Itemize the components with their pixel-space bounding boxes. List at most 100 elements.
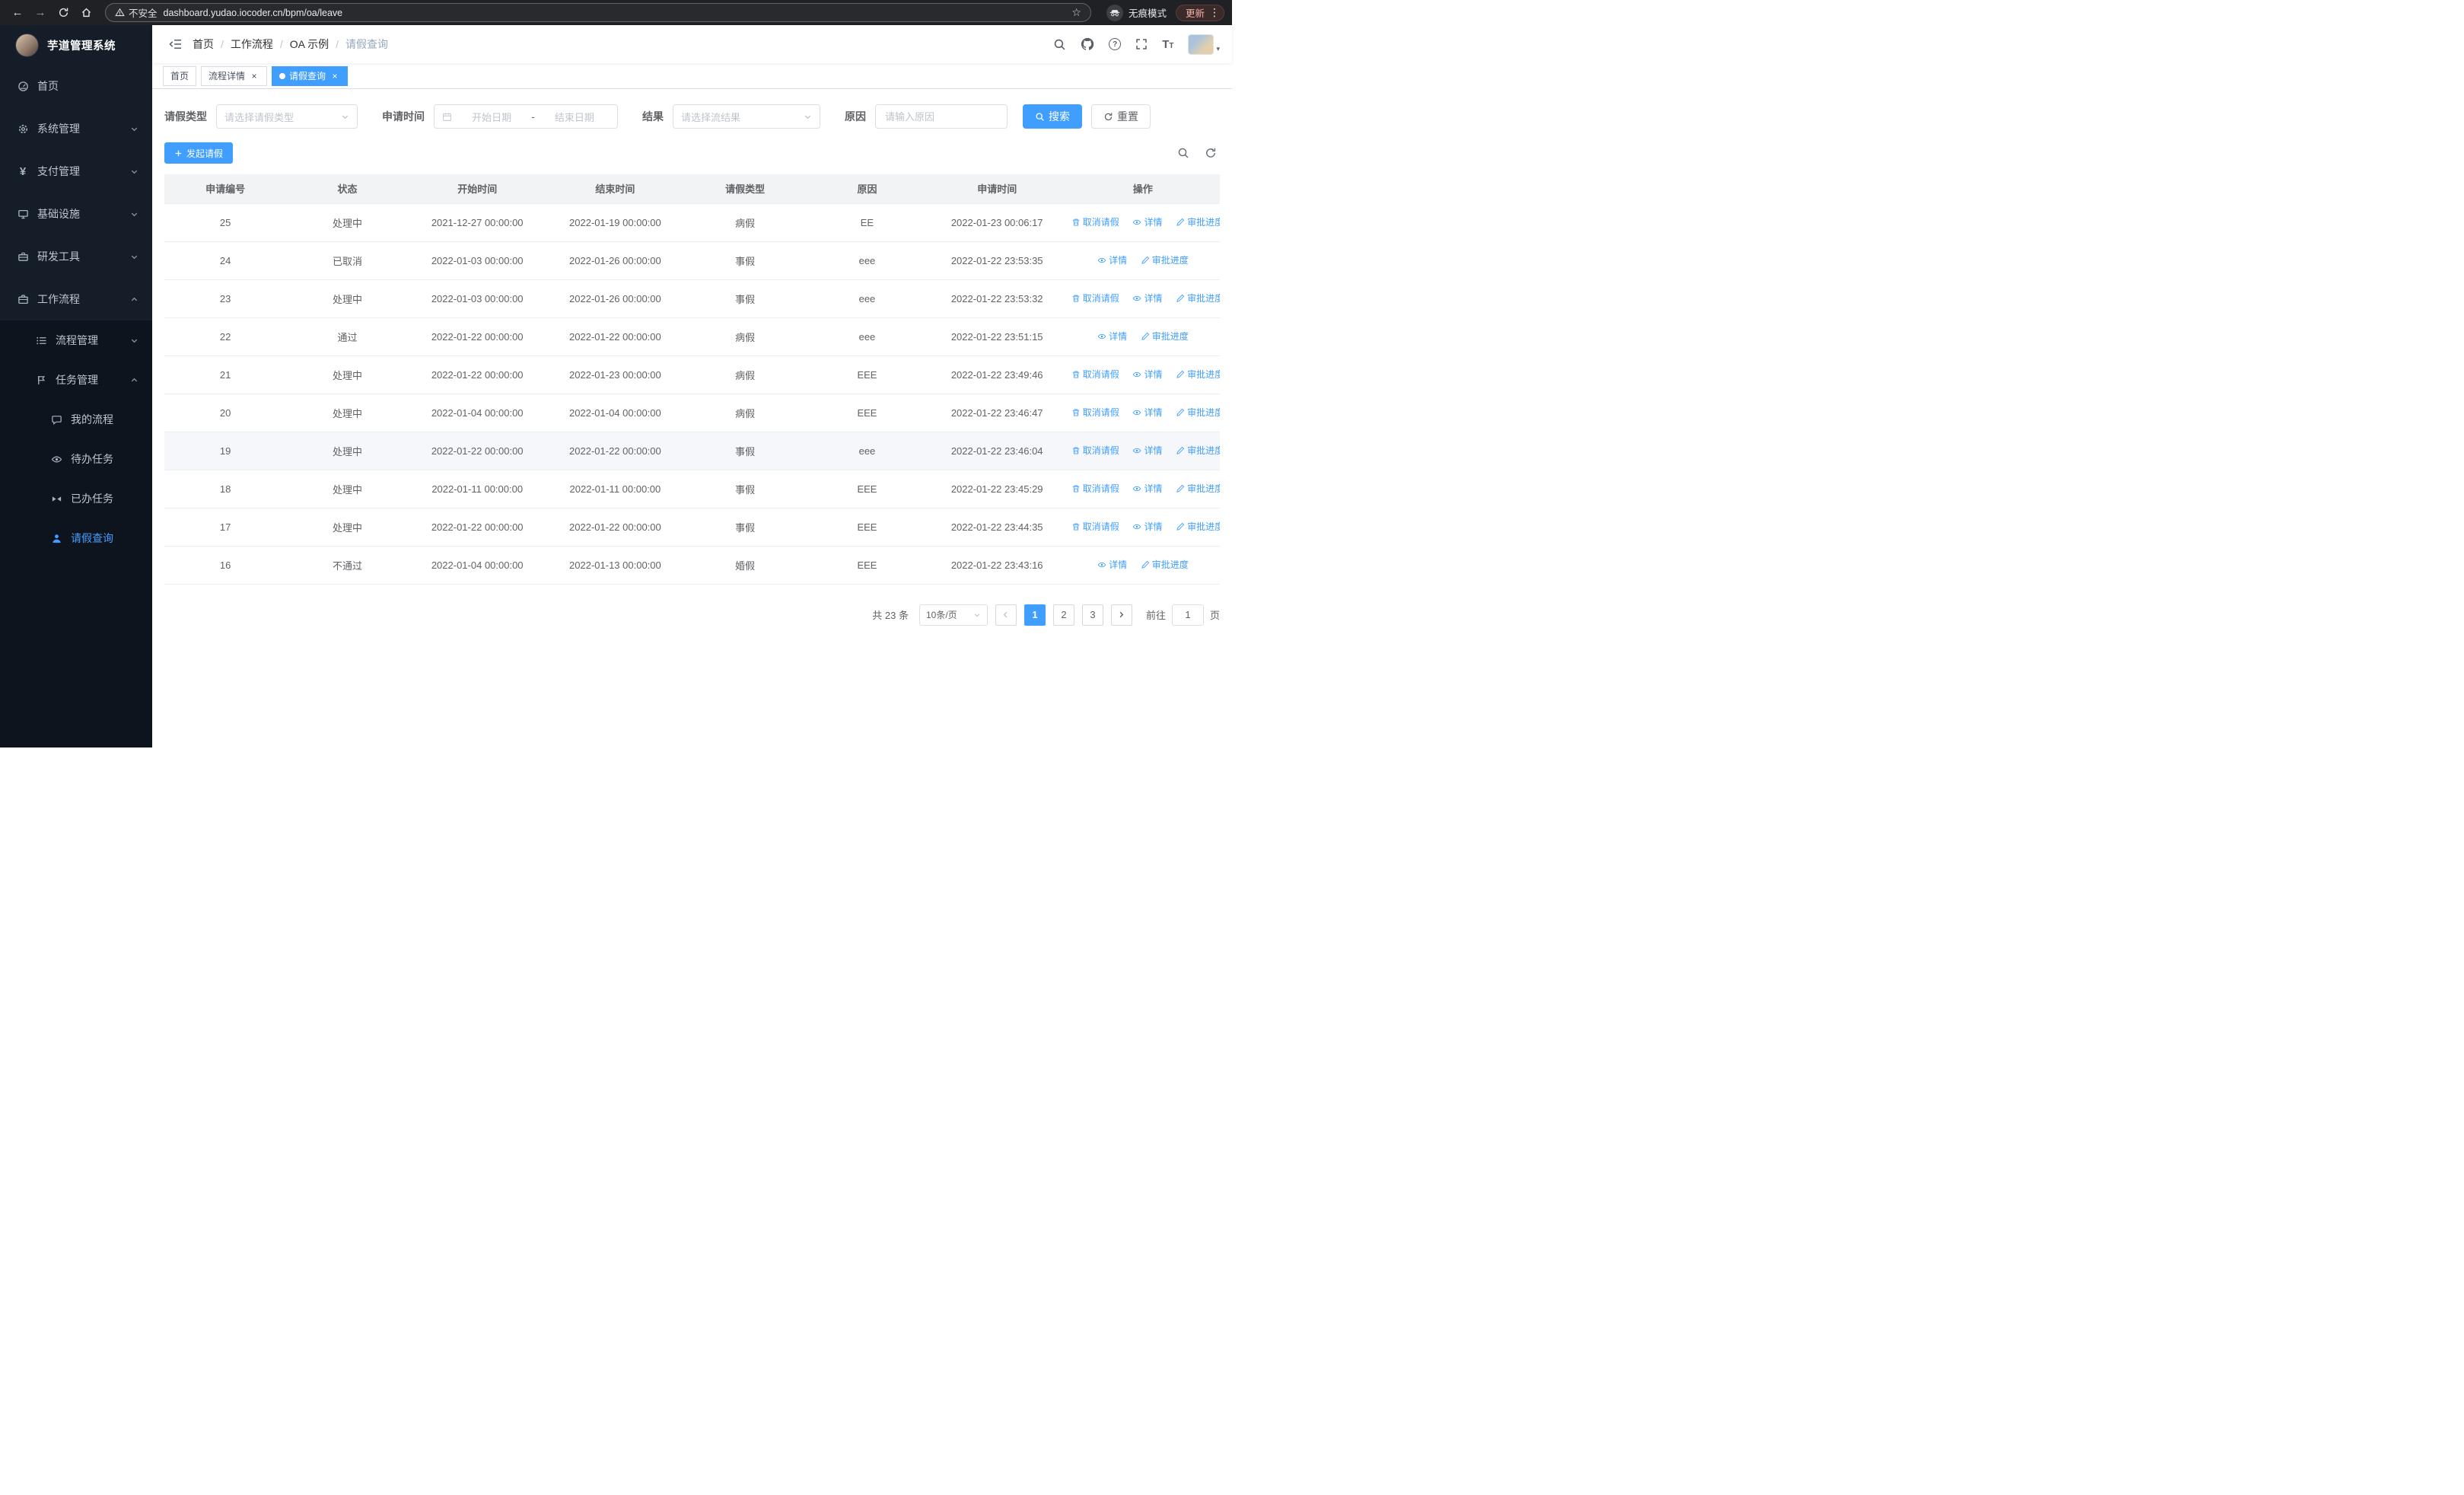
detail-link[interactable]: 详情 [1132, 368, 1162, 381]
detail-link[interactable]: 详情 [1132, 292, 1162, 304]
sidebar-item-infrastructure[interactable]: 基础设施 [0, 193, 152, 235]
approval-progress-link[interactable]: 审批进度 [1176, 215, 1220, 228]
page-button-2[interactable]: 2 [1052, 604, 1074, 626]
detail-link[interactable]: 详情 [1132, 406, 1162, 419]
detail-label: 详情 [1144, 293, 1163, 304]
browser-forward-button[interactable] [30, 3, 50, 23]
search-button[interactable]: 搜索 [1023, 104, 1082, 129]
detail-link[interactable]: 详情 [1132, 215, 1162, 228]
cell-applied-time: 2022-01-22 23:51:15 [928, 317, 1066, 356]
browser-menu-icon[interactable] [1209, 6, 1220, 19]
apply-time-range-picker[interactable]: 开始日期 - 结束日期 [434, 104, 618, 129]
sidebar-item-done-tasks[interactable]: 已办任务 [0, 479, 152, 518]
font-size-icon[interactable]: TT [1162, 39, 1173, 50]
question-icon[interactable] [1109, 38, 1122, 50]
cancel-leave-link[interactable]: 取消请假 [1071, 406, 1119, 419]
page-button-1[interactable]: 1 [1023, 604, 1046, 626]
approval-progress-link[interactable]: 审批进度 [1141, 558, 1189, 571]
approval-progress-link[interactable]: 审批进度 [1176, 406, 1220, 419]
cancel-leave-link[interactable]: 取消请假 [1071, 292, 1119, 304]
search-icon[interactable] [1053, 38, 1066, 51]
avatar [1188, 33, 1214, 55]
browser-back-button[interactable] [8, 3, 27, 23]
reset-button[interactable]: 重置 [1091, 104, 1151, 129]
approval-progress-link[interactable]: 审批进度 [1141, 330, 1189, 343]
refresh-table-button[interactable] [1205, 147, 1217, 159]
result-select[interactable]: 请选择流结果 [673, 104, 820, 129]
approval-progress-link[interactable]: 审批进度 [1141, 253, 1189, 266]
approval-progress-link[interactable]: 审批进度 [1176, 368, 1220, 381]
col-header-end: 结束时间 [546, 174, 684, 204]
bookmark-star-icon[interactable] [1071, 6, 1081, 19]
sidebar-item-payment[interactable]: ¥ 支付管理 [0, 150, 152, 193]
sidebar-item-process-management[interactable]: 流程管理 [0, 320, 152, 360]
plus-icon [175, 150, 182, 156]
sidebar-item-my-processes[interactable]: 我的流程 [0, 400, 152, 439]
browser-reload-button[interactable] [53, 3, 73, 23]
detail-link[interactable]: 详情 [1132, 444, 1162, 457]
close-icon[interactable] [329, 71, 340, 81]
security-status[interactable]: 不安全 [115, 5, 158, 20]
detail-link[interactable]: 详情 [1097, 330, 1127, 343]
page-size-select[interactable]: 10条/页 [918, 604, 988, 626]
sidebar-item-label: 系统管理 [37, 123, 80, 135]
cancel-leave-link[interactable]: 取消请假 [1071, 368, 1119, 381]
detail-label: 详情 [1144, 483, 1163, 495]
detail-link[interactable]: 详情 [1097, 558, 1127, 571]
approval-progress-link[interactable]: 审批进度 [1176, 444, 1220, 457]
page-button-3[interactable]: 3 [1081, 604, 1103, 626]
tab-leave-query[interactable]: 请假查询 [272, 65, 349, 86]
cell-applied-time: 2022-01-22 23:46:04 [928, 432, 1066, 470]
fullscreen-icon[interactable] [1135, 38, 1148, 50]
breadcrumb-workflow[interactable]: 工作流程 [231, 37, 273, 52]
sidebar-item-devtools[interactable]: 研发工具 [0, 235, 152, 278]
leave-type-select[interactable]: 请选择请假类型 [216, 104, 358, 129]
tab-home[interactable]: 首页 [163, 65, 197, 86]
approval-progress-link[interactable]: 审批进度 [1176, 482, 1220, 495]
detail-link[interactable]: 详情 [1097, 253, 1127, 266]
prev-page-button[interactable] [995, 604, 1017, 626]
app-logo[interactable]: 芋道管理系统 [0, 25, 152, 65]
cancel-leave-link[interactable]: 取消请假 [1071, 482, 1119, 495]
sidebar-collapse-button[interactable] [158, 39, 193, 49]
sidebar-item-task-management[interactable]: 任务管理 [0, 360, 152, 400]
create-leave-button[interactable]: 发起请假 [164, 142, 234, 164]
sidebar-item-workflow[interactable]: 工作流程 [0, 278, 152, 320]
detail-link[interactable]: 详情 [1132, 520, 1162, 533]
github-icon[interactable] [1081, 37, 1094, 51]
browser-update-button[interactable]: 更新 [1175, 4, 1224, 21]
address-bar[interactable]: 不安全 dashboard.yudao.iocoder.cn/bpm/oa/le… [105, 3, 1091, 22]
goto-page-input[interactable] [1171, 604, 1204, 626]
eye-icon [1132, 484, 1141, 493]
browser-home-button[interactable] [76, 3, 96, 23]
close-icon[interactable] [249, 71, 259, 81]
cell-id: 20 [164, 394, 287, 432]
sidebar-item-system[interactable]: 系统管理 [0, 107, 152, 150]
search-button-label: 搜索 [1049, 110, 1070, 123]
user-menu[interactable] [1188, 33, 1220, 55]
cell-leave-type: 病假 [684, 203, 807, 242]
cell-applied-time: 2022-01-22 23:49:46 [928, 355, 1066, 394]
sidebar-item-home[interactable]: 首页 [0, 65, 152, 107]
cancel-leave-link[interactable]: 取消请假 [1071, 444, 1119, 457]
sidebar-item-leave-query[interactable]: 请假查询 [0, 518, 152, 558]
cancel-leave-link[interactable]: 取消请假 [1071, 520, 1119, 533]
list-icon [35, 335, 47, 346]
approval-progress-link[interactable]: 审批进度 [1176, 520, 1220, 533]
approval-progress-link[interactable]: 审批进度 [1176, 292, 1220, 304]
cancel-leave-link[interactable]: 取消请假 [1071, 215, 1119, 228]
detail-link[interactable]: 详情 [1132, 482, 1162, 495]
cell-status: 处理中 [286, 355, 409, 394]
calendar-icon [442, 112, 452, 122]
tab-label: 首页 [170, 71, 189, 81]
breadcrumb-oa-example[interactable]: OA 示例 [290, 37, 329, 52]
search-toggle-button[interactable] [1177, 147, 1189, 159]
reason-input[interactable] [875, 104, 1008, 129]
reason-label: 原因 [845, 110, 866, 123]
breadcrumb-home[interactable]: 首页 [193, 37, 214, 52]
cell-start-time: 2022-01-03 00:00:00 [408, 279, 546, 318]
sidebar-item-pending-tasks[interactable]: 待办任务 [0, 439, 152, 479]
cancel-leave-label: 取消请假 [1082, 445, 1119, 457]
next-page-button[interactable] [1110, 604, 1132, 626]
tab-process-detail[interactable]: 流程详情 [201, 65, 268, 86]
